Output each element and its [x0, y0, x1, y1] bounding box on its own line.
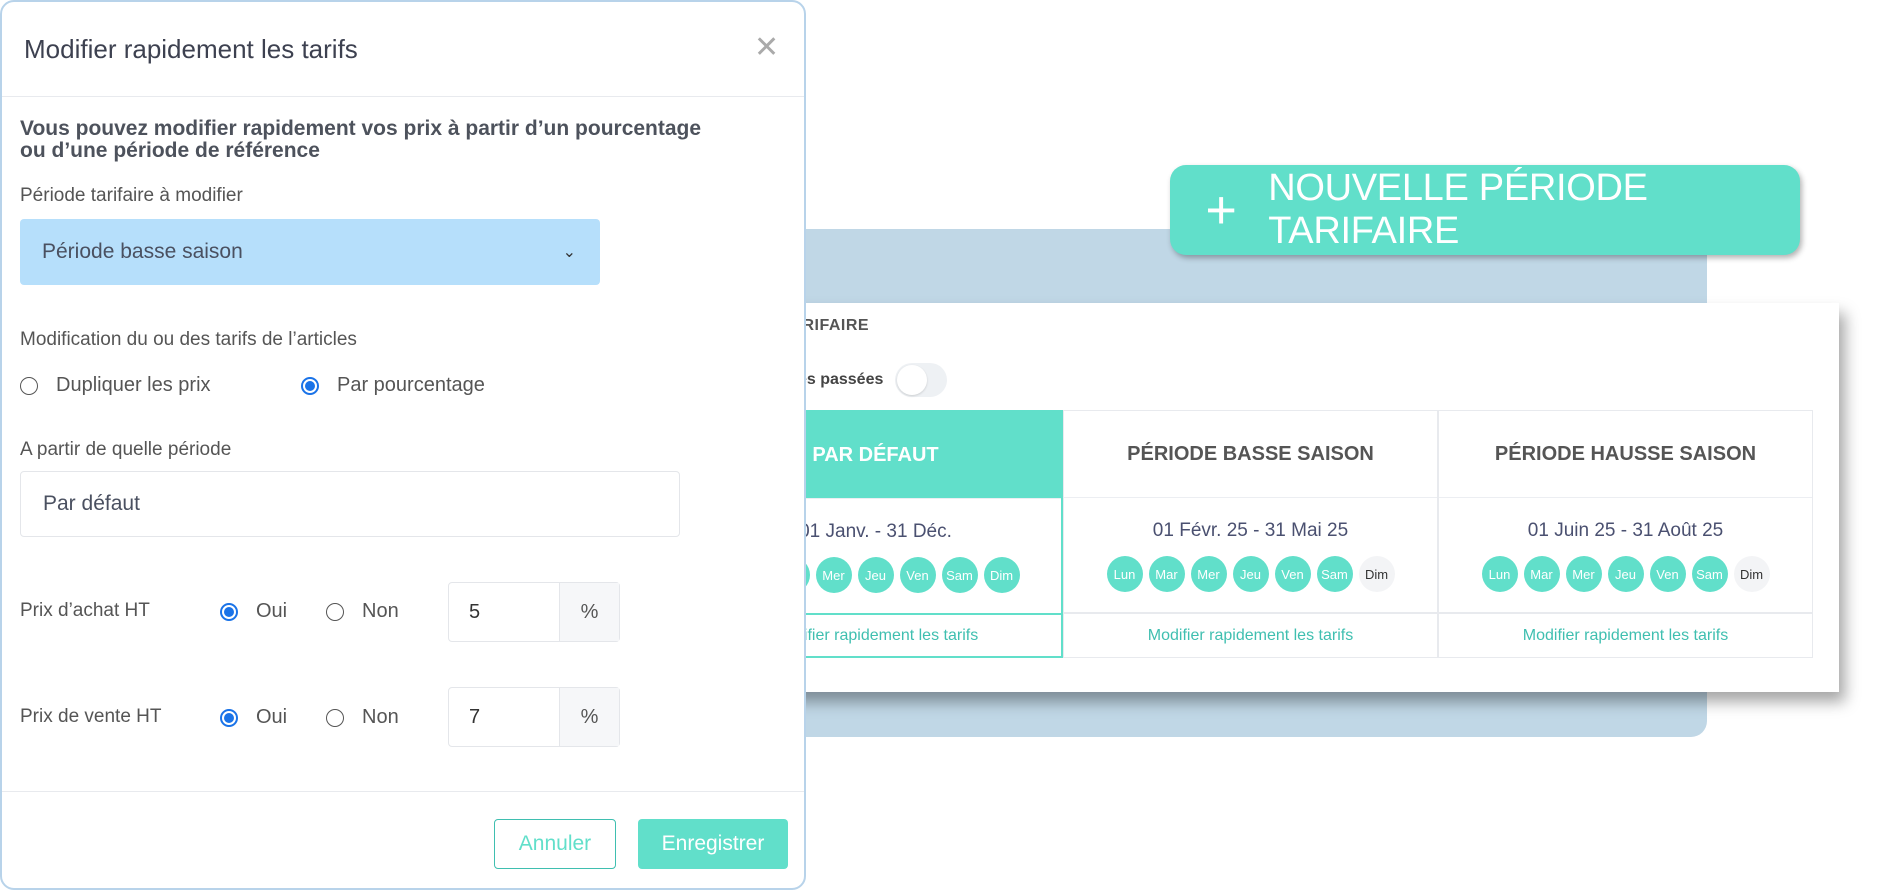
day-badge: Lun — [1481, 556, 1518, 592]
modification-label: Modification du ou des tarifs de l’artic… — [20, 329, 357, 350]
plus-icon: + — [1205, 180, 1237, 240]
day-badge: Mar — [1523, 556, 1560, 592]
day-badge: Sam — [941, 557, 978, 593]
day-badge: Sam — [1316, 556, 1353, 592]
period-card: ^ PÉRIODE TARIFAIRE Voir les périodes pa… — [663, 303, 1839, 692]
day-badge: Mer — [1565, 556, 1602, 592]
percent-unit: % — [559, 688, 619, 746]
from-period-label: A partir de quelle période — [20, 439, 232, 460]
cancel-button[interactable]: Annuler — [494, 819, 616, 869]
radio-percentage[interactable]: Par pourcentage — [301, 374, 485, 397]
period-select[interactable]: Période basse saison ⌄ — [20, 219, 600, 285]
intro-text: Vous pouvez modifier rapidement vos prix… — [20, 117, 702, 162]
past-periods-toggle[interactable] — [895, 363, 948, 397]
period-dates: 01 Juin 25 - 31 Août 25 — [1527, 520, 1724, 541]
quick-edit-modal: Modifier rapidement les tarifs ✕ Vous po… — [0, 0, 806, 890]
day-badge: Jeu — [1607, 556, 1644, 592]
radio-selected-icon[interactable] — [301, 376, 319, 395]
radio-selected-icon[interactable] — [220, 708, 238, 727]
day-badge: Ven — [899, 557, 936, 593]
day-list: LunMarMerJeuVenSamDim — [1106, 556, 1395, 592]
radio-label: Par pourcentage — [337, 374, 485, 396]
radio-label: Non — [362, 600, 399, 622]
radio-label: Oui — [256, 706, 288, 728]
radio-icon[interactable] — [326, 708, 344, 727]
sale-yes[interactable]: Oui — [220, 706, 287, 729]
day-badge: Dim — [983, 557, 1020, 593]
new-period-label: NOUVELLE PÉRIODE TARIFAIRE — [1268, 167, 1648, 252]
day-badge: Dim — [1733, 556, 1770, 592]
day-badge: Jeu — [1232, 556, 1269, 592]
period-columns: PAR DÉFAUT 01 Janv. - 31 Déc.LunMarMerJe… — [688, 410, 1813, 658]
purchase-percent-value[interactable]: 5 — [449, 583, 559, 641]
period-name: PÉRIODE BASSE SAISON — [1064, 411, 1437, 498]
purchase-price-label: Prix d’achat HT — [20, 600, 150, 621]
day-badge: Jeu — [857, 557, 894, 593]
period-label: Période tarifaire à modifier — [20, 185, 243, 206]
radio-selected-icon[interactable] — [220, 602, 238, 621]
radio-duplicate[interactable]: Dupliquer les prix — [20, 374, 211, 397]
quick-edit-link[interactable]: Modifier rapidement les tarifs — [1439, 614, 1812, 657]
header-divider — [2, 96, 804, 97]
period-column[interactable]: PÉRIODE HAUSSE SAISON 01 Juin 25 - 31 Ao… — [1438, 410, 1813, 658]
day-badge: Lun — [1106, 556, 1143, 592]
percent-unit: % — [559, 583, 619, 641]
period-dates: 01 Janv. - 31 Déc. — [799, 521, 952, 542]
sale-percent-input[interactable]: 7% — [448, 687, 620, 747]
period-select-value: Période basse saison — [42, 240, 243, 263]
from-period-field[interactable]: Par défaut — [20, 471, 680, 537]
radio-icon[interactable] — [20, 376, 38, 395]
footer-divider — [2, 791, 804, 792]
close-icon[interactable]: ✕ — [754, 30, 779, 65]
purchase-percent-input[interactable]: 5% — [448, 582, 620, 642]
sale-percent-value[interactable]: 7 — [449, 688, 559, 746]
sale-no[interactable]: Non — [326, 706, 399, 729]
day-badge: Mer — [815, 557, 852, 593]
radio-label: Dupliquer les prix — [56, 374, 211, 396]
period-column[interactable]: PÉRIODE BASSE SAISON 01 Févr. 25 - 31 Ma… — [1063, 410, 1438, 658]
chevron-down-icon: ⌄ — [562, 244, 576, 261]
period-body: 01 Juin 25 - 31 Août 25 Lun Mar Mer Jeu Ven Sa… — [1439, 498, 1812, 614]
period-body: 01 Févr. 25 - 31 Mai 25 Lun Mar Mer Jeu Ven Sa… — [1064, 498, 1437, 614]
day-badge: Dim — [1358, 556, 1395, 592]
day-badge: Ven — [1649, 556, 1686, 592]
day-list: LunMarMerJeuVenSamDim — [1481, 556, 1770, 592]
modal-title: Modifier rapidement les tarifs — [24, 34, 358, 64]
purchase-yes[interactable]: Oui — [220, 600, 287, 623]
save-button[interactable]: Enregistrer — [638, 819, 788, 869]
radio-label: Oui — [256, 600, 288, 622]
radio-label: Non — [362, 706, 399, 728]
period-dates: 01 Févr. 25 - 31 Mai 25 — [1152, 520, 1349, 541]
purchase-no[interactable]: Non — [326, 600, 399, 623]
day-badge: Mar — [1148, 556, 1185, 592]
new-period-button[interactable]: + NOUVELLE PÉRIODE TARIFAIRE — [1170, 165, 1800, 255]
period-name: PÉRIODE HAUSSE SAISON — [1439, 411, 1812, 498]
day-badge: Ven — [1274, 556, 1311, 592]
from-period-value: Par défaut — [43, 492, 140, 515]
sale-price-label: Prix de vente HT — [20, 706, 162, 727]
day-badge: Mer — [1190, 556, 1227, 592]
day-badge: Sam — [1691, 556, 1728, 592]
quick-edit-link[interactable]: Modifier rapidement les tarifs — [1064, 614, 1437, 657]
radio-icon[interactable] — [326, 602, 344, 621]
